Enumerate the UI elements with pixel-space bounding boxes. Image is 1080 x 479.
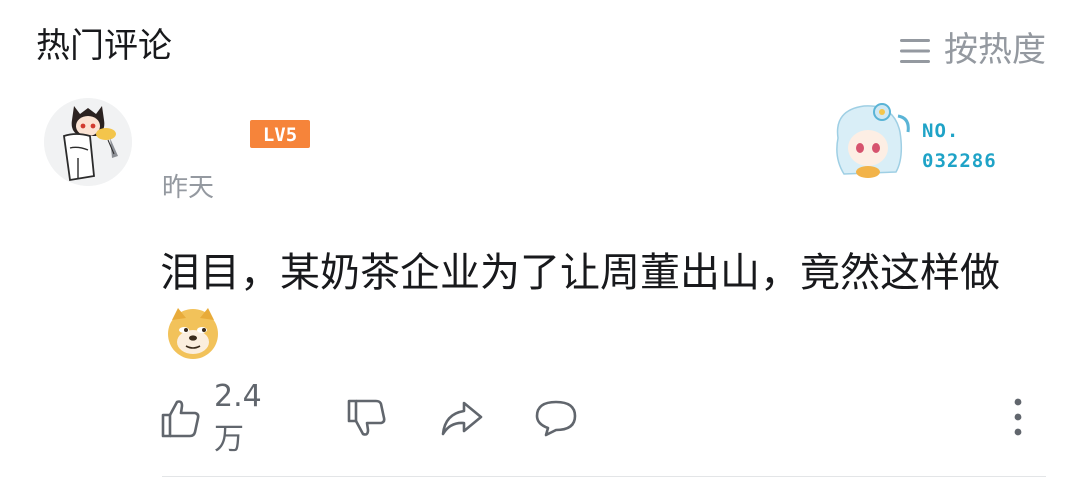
user-avatar[interactable] (44, 98, 132, 186)
comment-text: 泪目，某奶茶企业为了让周董出山，竟然这样做 (160, 250, 1000, 296)
section-title: 热门评论 (36, 26, 172, 66)
sort-by-hot-button[interactable]: 按热度 (900, 22, 1046, 70)
thumbs-up-icon (160, 397, 202, 439)
level-badge: LV5 (250, 120, 310, 148)
share-button[interactable] (440, 392, 484, 444)
share-icon (440, 397, 484, 439)
level-badge-label: LV5 (263, 124, 297, 146)
like-count: 2.4万 (214, 378, 262, 457)
dislike-button[interactable] (346, 392, 388, 444)
menu-lines-icon (900, 33, 930, 63)
comment-divider (162, 476, 1046, 477)
reply-bubble-icon (534, 397, 578, 439)
like-button[interactable]: 2.4万 (160, 379, 262, 457)
comments-header: 热门评论 按热度 (0, 0, 1080, 96)
fan-badge-label: NO. (922, 120, 960, 142)
thumbs-down-icon (346, 397, 388, 439)
fan-badge-number: 032286 (922, 150, 997, 172)
more-options-button[interactable] (1000, 396, 1036, 440)
more-vertical-icon (1000, 398, 1036, 444)
doge-emoji-icon (166, 306, 220, 360)
reply-button[interactable] (534, 392, 578, 444)
fan-badge-image (824, 98, 920, 182)
comment-timestamp: 昨天 (162, 173, 215, 203)
sort-label: 按热度 (944, 29, 1046, 70)
